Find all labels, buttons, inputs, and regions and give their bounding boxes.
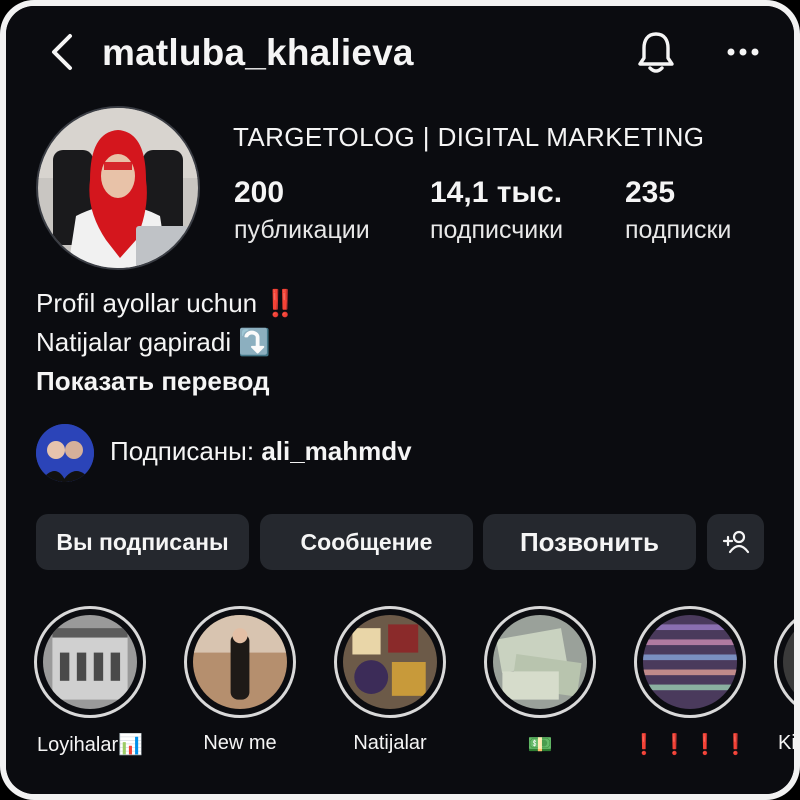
highlight-ring (184, 606, 296, 718)
more-icon[interactable] (718, 32, 768, 72)
stat-following-label: подписки (625, 216, 732, 244)
highlight-thumbnail (193, 615, 287, 709)
profile-avatar[interactable] (38, 108, 198, 268)
highlight-thumbnail (643, 615, 737, 709)
show-translation-link[interactable]: Показать перевод (36, 366, 270, 397)
top-bar: matluba_khalieva (6, 20, 794, 84)
followed-by-text[interactable]: Подписаны: ali_mahmdv (110, 436, 412, 467)
stat-posts-label: публикации (234, 216, 370, 244)
stat-followers-label: подписчики (430, 216, 564, 244)
highlight-ring (634, 606, 746, 718)
profile-username: matluba_khalieva (102, 32, 414, 73)
highlight-caption: ❗ ❗ ❗ ❗ (631, 734, 749, 756)
highlight-item[interactable]: Loyihalar📊 (31, 606, 149, 757)
stat-following-value: 235 (625, 176, 676, 209)
highlight-caption: New me (203, 732, 277, 754)
highlight-ring (484, 606, 596, 718)
back-arrow-icon[interactable] (42, 30, 82, 74)
phone-screen: matluba_khalieva TARGETOLOG | DIGITAL MA… (0, 0, 800, 800)
highlight-item[interactable]: Ki (774, 606, 794, 755)
highlight-item[interactable]: 💵 (481, 606, 599, 757)
stat-followers[interactable]: 14,1 тыс. подписчики (430, 176, 563, 245)
followed-by-prefix: Подписаны: (110, 436, 262, 466)
highlight-ring (34, 606, 146, 718)
stat-following[interactable]: 235 подписки (625, 176, 731, 245)
bio-line-2: Natijalar gapiradi ⤵️ (36, 327, 271, 358)
highlight-caption: Loyihalar📊 (36, 734, 144, 756)
highlight-thumbnail (343, 615, 437, 709)
arrow-down-icon: ⤵️ (238, 327, 271, 357)
add-person-icon[interactable] (707, 514, 764, 570)
bio-line-1-text: Profil ayollar uchun (36, 288, 258, 318)
highlight-thumbnail (783, 615, 794, 709)
highlight-caption: Ki (778, 732, 794, 754)
highlight-thumbnail (43, 615, 137, 709)
stat-posts-value: 200 (234, 176, 285, 209)
highlight-caption: 💵 (527, 734, 553, 756)
profile-category: TARGETOLOG | DIGITAL MARKETING (233, 122, 705, 152)
profile-page: matluba_khalieva TARGETOLOG | DIGITAL MA… (6, 6, 794, 794)
highlight-caption: Natijalar (353, 732, 427, 754)
call-button[interactable]: Позвонить (483, 514, 696, 570)
bell-icon[interactable] (634, 28, 678, 76)
message-button[interactable]: Сообщение (260, 514, 473, 570)
highlight-item[interactable]: Natijalar (331, 606, 449, 755)
highlight-item[interactable]: New me (181, 606, 299, 755)
following-button[interactable]: Вы подписаны (36, 514, 249, 570)
bio-line-1: Profil ayollar uchun ‼️ (36, 288, 297, 319)
followed-by-username[interactable]: ali_mahmdv (261, 436, 411, 466)
highlight-ring (334, 606, 446, 718)
highlight-ring (774, 606, 794, 718)
double-exclamation-icon: ‼️ (264, 288, 296, 318)
highlight-item[interactable]: ❗ ❗ ❗ ❗ (631, 606, 749, 757)
stat-followers-value: 14,1 тыс. (430, 176, 563, 209)
bio-line-2-text: Natijalar gapiradi (36, 327, 232, 357)
highlight-thumbnail (493, 615, 587, 709)
stat-posts[interactable]: 200 публикации (234, 176, 370, 245)
followed-by-avatar[interactable] (36, 424, 94, 482)
